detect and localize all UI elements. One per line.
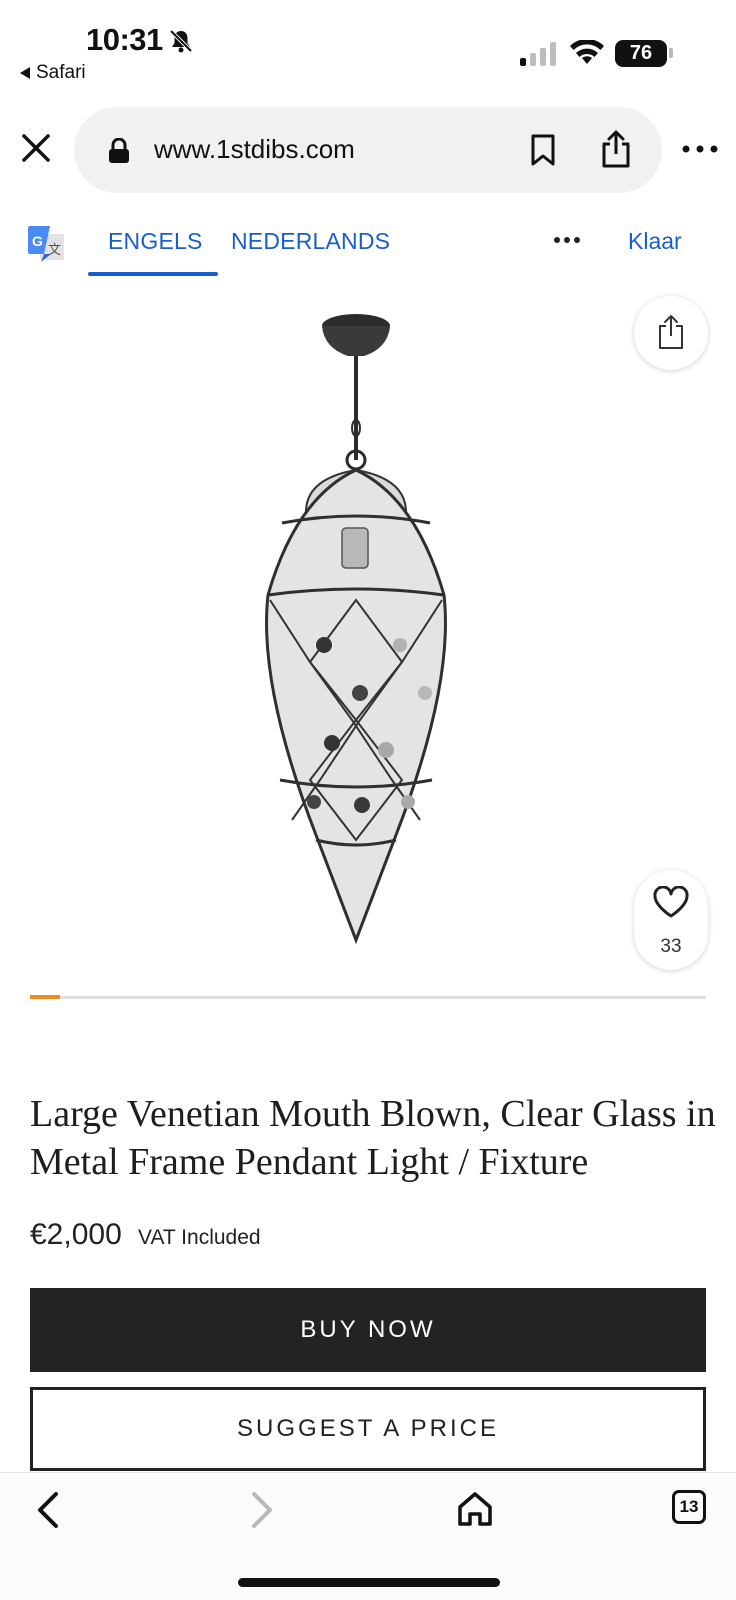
- back-app-label: Safari: [36, 62, 86, 83]
- url-text[interactable]: www.1stdibs.com: [154, 134, 355, 165]
- suggest-price-button[interactable]: SUGGEST A PRICE: [30, 1387, 706, 1471]
- tabs-button[interactable]: 13: [672, 1490, 706, 1524]
- product-title: Large Venetian Mouth Blown, Clear Glass …: [30, 1093, 716, 1183]
- favorite-count: 33: [660, 936, 682, 957]
- google-translate-icon[interactable]: G 文: [28, 226, 66, 264]
- share-icon[interactable]: [600, 130, 632, 168]
- back-to-app[interactable]: Safari: [20, 62, 86, 84]
- product-price: €2,000: [30, 1218, 122, 1251]
- svg-text:G: G: [32, 233, 43, 249]
- back-triangle-icon: [20, 67, 30, 79]
- home-icon[interactable]: [456, 1490, 494, 1528]
- translate-more-icon[interactable]: [553, 234, 581, 246]
- done-button[interactable]: Klaar: [628, 228, 682, 255]
- signal-icon: [520, 42, 556, 66]
- svg-text:文: 文: [48, 243, 61, 258]
- more-icon[interactable]: [682, 140, 718, 158]
- battery-icon: 76: [615, 40, 667, 67]
- battery-cap: [669, 48, 673, 58]
- gallery-progress-track: [30, 996, 706, 999]
- tab-selected-indicator: [88, 272, 218, 276]
- bell-slash-icon: [169, 29, 193, 53]
- product-image[interactable]: [250, 310, 470, 970]
- share-icon: [659, 315, 683, 349]
- bookmark-icon[interactable]: [530, 134, 556, 166]
- buy-now-button[interactable]: BUY NOW: [30, 1288, 706, 1372]
- forward-icon[interactable]: [248, 1490, 276, 1530]
- home-indicator[interactable]: [238, 1578, 500, 1587]
- gallery-share-button[interactable]: [634, 296, 708, 370]
- lock-icon: [109, 138, 129, 163]
- favorite-button[interactable]: 33: [634, 870, 708, 970]
- close-icon[interactable]: [20, 132, 52, 164]
- status-time: 10:31: [86, 22, 163, 57]
- back-icon[interactable]: [34, 1490, 62, 1530]
- wifi-icon: [570, 40, 604, 64]
- vat-note: VAT Included: [138, 1226, 261, 1249]
- tab-engels[interactable]: ENGELS: [108, 228, 203, 255]
- heart-icon: [653, 886, 689, 918]
- gallery-progress-fill: [30, 995, 60, 999]
- tab-nederlands[interactable]: NEDERLANDS: [231, 228, 390, 255]
